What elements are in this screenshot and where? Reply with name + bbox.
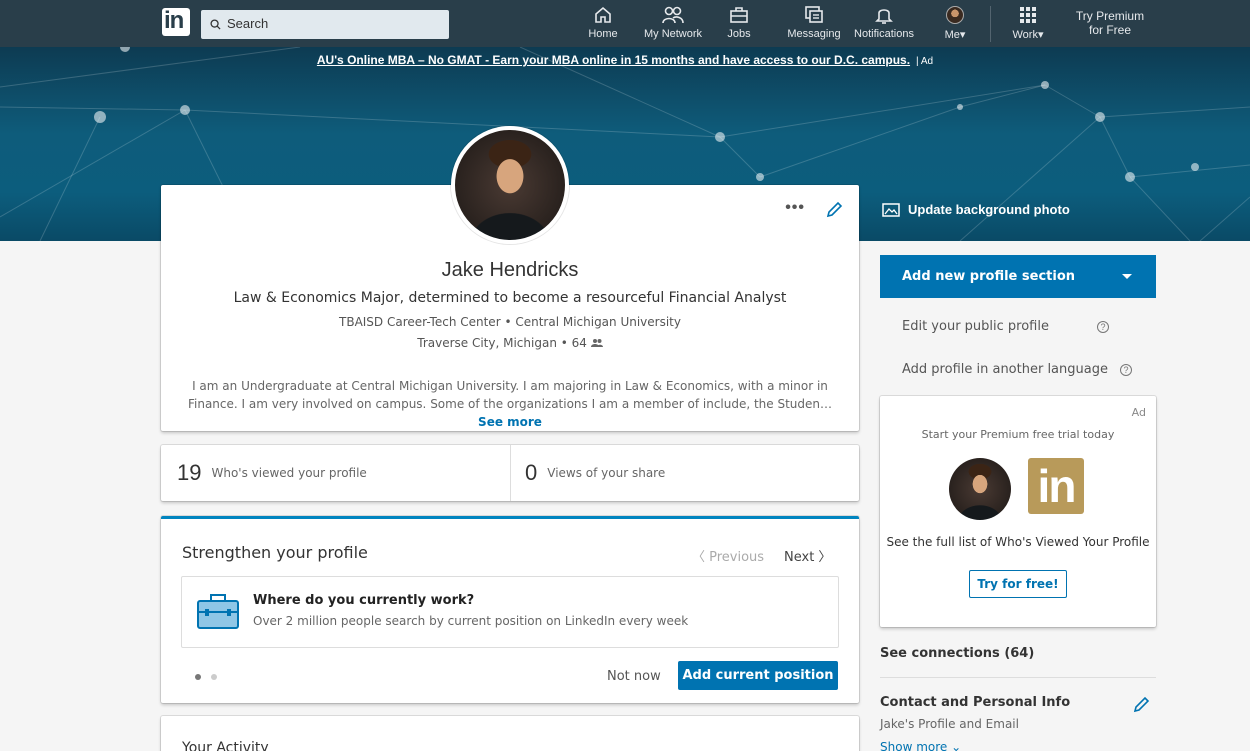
briefcase-icon: [730, 7, 748, 23]
linkedin-premium-logo: in: [1028, 458, 1084, 514]
premium-line-1: Try Premium: [1075, 9, 1145, 23]
add-profile-section-label: Add new profile section: [902, 269, 1076, 284]
profile-stats: 19 Who's viewed your profile 0 Views of …: [161, 445, 859, 501]
bell-icon: [875, 9, 893, 24]
nav-jobs-label: Jobs: [727, 28, 751, 40]
nav-divider: [990, 6, 991, 42]
top-nav: in Search Home My Network Jobs Messaging…: [0, 0, 1250, 47]
banner-ad-suffix: | Ad: [916, 56, 934, 67]
ad-headline: Start your Premium free trial today: [921, 428, 1115, 441]
nav-home-label: Home: [588, 28, 618, 40]
contact-info-title: Contact and Personal Info: [880, 695, 1071, 710]
chevron-down-icon: [1122, 274, 1132, 279]
profile-views-stat[interactable]: 19 Who's viewed your profile: [177, 445, 367, 501]
strengthen-title: Strengthen your profile: [182, 543, 368, 562]
profile-views-count: 19: [177, 460, 202, 485]
ad-user-photo: [949, 458, 1011, 520]
nav-home[interactable]: Home: [586, 4, 620, 40]
contact-info-subtitle: Jake's Profile and Email: [880, 717, 1019, 731]
share-views-label: Views of your share: [547, 466, 666, 480]
ad-subtext: See the full list of Who's Viewed Your P…: [886, 535, 1150, 549]
profile-location: Traverse City, Michigan • 64: [161, 336, 859, 350]
linkedin-logo[interactable]: in: [162, 7, 190, 36]
suggestion-question: Where do you currently work?: [253, 593, 475, 608]
edit-pencil-icon[interactable]: [825, 201, 843, 219]
suggestion-subtext: Over 2 million people search by current …: [253, 614, 689, 628]
pager-dot-active[interactable]: [195, 674, 201, 680]
share-views-count: 0: [525, 460, 538, 485]
banner-ad[interactable]: AU's Online MBA – No GMAT - Earn your MB…: [0, 53, 1250, 67]
premium-line-2: for Free: [1088, 23, 1131, 37]
nav-work[interactable]: Work▾: [1008, 4, 1048, 41]
update-background-button[interactable]: Update background photo: [882, 202, 1070, 217]
profile-photo[interactable]: [451, 126, 569, 244]
nav-messaging[interactable]: Messaging: [786, 4, 842, 40]
not-now-button[interactable]: Not now: [607, 669, 661, 684]
profile-summary: I am an Undergraduate at Central Michiga…: [185, 377, 835, 431]
activity-card: Your Activity: [161, 716, 859, 751]
nav-me[interactable]: Me▾: [940, 4, 970, 41]
pager-dot[interactable]: [211, 674, 217, 680]
edit-contact-pencil-icon[interactable]: [1132, 696, 1150, 714]
me-avatar: [946, 6, 964, 24]
try-for-free-button[interactable]: Try for free!: [969, 570, 1067, 598]
profile-views-label: Who's viewed your profile: [211, 466, 367, 480]
logo-text: in: [164, 7, 184, 34]
home-icon: [595, 6, 611, 23]
next-button[interactable]: Next 〉: [784, 546, 831, 565]
see-more-link[interactable]: See more: [478, 415, 542, 429]
nav-notifications-label: Notifications: [854, 28, 914, 40]
add-language-link[interactable]: Add profile in another language: [902, 362, 1108, 377]
profile-headline: Law & Economics Major, determined to bec…: [233, 290, 787, 306]
activity-title: Your Activity: [182, 740, 269, 751]
more-options-button[interactable]: •••: [785, 199, 805, 217]
connections-icon: [590, 339, 603, 347]
see-connections-link[interactable]: See connections (64): [880, 646, 1034, 661]
search-input[interactable]: Search: [201, 10, 449, 39]
strengthen-profile-card: Strengthen your profile 〈 Previous Next …: [161, 516, 859, 703]
grid-icon: [1020, 7, 1036, 23]
banner-ad-link[interactable]: AU's Online MBA – No GMAT - Earn your MB…: [317, 53, 910, 67]
briefcase-icon: [197, 594, 239, 629]
profile-name: Jake Hendricks: [441, 259, 579, 281]
add-current-position-button[interactable]: Add current position: [678, 661, 838, 690]
nav-me-label: Me▾: [944, 29, 966, 41]
people-icon: [662, 6, 684, 24]
search-placeholder: Search: [227, 16, 269, 31]
nav-my-network-label: My Network: [643, 28, 703, 40]
nav-messaging-label: Messaging: [787, 28, 841, 40]
messaging-icon: [805, 6, 823, 23]
profile-education[interactable]: TBAISD Career-Tech Center • Central Mich…: [161, 315, 859, 329]
nav-notifications[interactable]: Notifications: [852, 4, 916, 40]
edit-public-profile-link[interactable]: Edit your public profile: [902, 319, 1049, 334]
try-premium-link[interactable]: Try Premium for Free: [1060, 9, 1160, 37]
rail-divider: [880, 677, 1156, 678]
profile-location-text: Traverse City, Michigan • 64: [417, 336, 587, 350]
previous-button[interactable]: 〈 Previous: [692, 546, 764, 565]
nav-my-network[interactable]: My Network: [642, 4, 704, 40]
share-views-stat[interactable]: 0 Views of your share: [525, 445, 665, 501]
help-icon[interactable]: ?: [1097, 321, 1109, 333]
add-profile-section-button[interactable]: Add new profile section: [880, 255, 1156, 298]
help-icon[interactable]: ?: [1120, 364, 1132, 376]
suggestion-box: Where do you currently work? Over 2 mill…: [181, 576, 839, 648]
profile-summary-text: I am an Undergraduate at Central Michiga…: [187, 379, 833, 411]
premium-ad-card: Ad Start your Premium free trial today i…: [880, 396, 1156, 627]
nav-work-label: Work▾: [1012, 29, 1044, 41]
nav-jobs[interactable]: Jobs: [724, 4, 754, 40]
update-background-label: Update background photo: [908, 202, 1070, 217]
image-icon: [882, 202, 900, 217]
stats-divider: [510, 445, 511, 501]
show-more-link[interactable]: Show more ⌄: [880, 740, 961, 751]
ad-label: Ad: [1131, 406, 1146, 419]
search-icon: [210, 19, 221, 30]
